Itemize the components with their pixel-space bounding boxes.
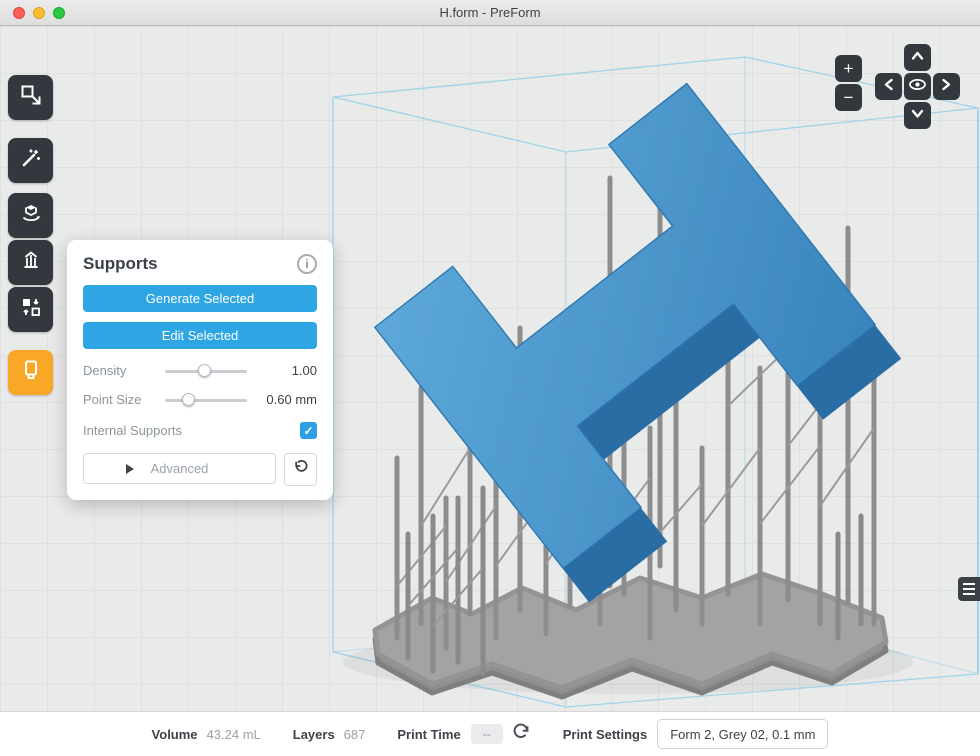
recalculate-button[interactable]: [511, 722, 531, 747]
print-time-group: Print Time --: [397, 722, 530, 747]
statusbar: Volume 43.24 mL Layers 687 Print Time --…: [0, 711, 980, 756]
point-size-slider-knob[interactable]: [182, 393, 195, 406]
reset-button[interactable]: [284, 453, 317, 486]
disclosure-triangle-icon: [126, 464, 134, 474]
internal-supports-checkbox[interactable]: ✓: [300, 422, 317, 439]
info-icon[interactable]: i: [297, 254, 317, 274]
chevron-down-icon: [904, 100, 931, 132]
print-time-label: Print Time: [397, 727, 460, 742]
print-settings-label: Print Settings: [563, 727, 648, 742]
volume-label: Volume: [152, 727, 198, 742]
chevron-left-icon: [875, 71, 902, 103]
volume-value: 43.24 mL: [207, 727, 261, 742]
layers-value: 687: [344, 727, 366, 742]
tool-button-orient[interactable]: [8, 138, 53, 183]
eye-icon: [904, 71, 931, 103]
titlebar: H.form - PreForm: [0, 0, 980, 26]
density-label: Density: [83, 363, 157, 378]
density-value: 1.00: [255, 363, 317, 378]
layout-icon: [19, 295, 43, 324]
density-slider[interactable]: [165, 364, 247, 378]
edit-selected-button[interactable]: Edit Selected: [83, 322, 317, 349]
orbit-right-button[interactable]: [933, 73, 960, 100]
rotate-icon: [19, 201, 43, 230]
scale-icon: [19, 83, 43, 112]
zoom-out-button[interactable]: −: [835, 84, 862, 111]
tool-button-supports[interactable]: [8, 240, 53, 285]
print-button[interactable]: [8, 350, 53, 395]
reset-icon: [293, 459, 309, 480]
orbit-left-button[interactable]: [875, 73, 902, 100]
supports-panel-title: Supports: [83, 254, 158, 274]
point-size-slider[interactable]: [165, 393, 247, 407]
volume-group: Volume 43.24 mL: [152, 727, 261, 742]
layers-group: Layers 687: [293, 727, 366, 742]
supports-icon: [19, 248, 43, 277]
chevron-right-icon: [933, 71, 960, 103]
point-size-label: Point Size: [83, 392, 157, 407]
tool-button-scale[interactable]: [8, 75, 53, 120]
orbit-up-button[interactable]: [904, 44, 931, 71]
minimize-button[interactable]: [33, 7, 45, 19]
view-home-button[interactable]: [904, 73, 931, 100]
tool-button-layout[interactable]: [8, 287, 53, 332]
print-time-value: --: [471, 724, 503, 744]
generate-selected-button[interactable]: Generate Selected: [83, 285, 317, 312]
zoom-in-button[interactable]: +: [835, 55, 862, 82]
internal-supports-label: Internal Supports: [83, 423, 182, 438]
window-title: H.form - PreForm: [439, 5, 540, 20]
traffic-lights: [13, 7, 65, 19]
orbit-down-button[interactable]: [904, 102, 931, 129]
supports-panel: Supports i Generate Selected Edit Select…: [67, 240, 333, 500]
magic-wand-icon: [19, 146, 43, 175]
print-settings-group: Print Settings Form 2, Grey 02, 0.1 mm: [563, 719, 829, 749]
refresh-icon: [511, 722, 531, 747]
close-button[interactable]: [13, 7, 25, 19]
advanced-button[interactable]: Advanced: [83, 453, 276, 484]
point-size-value: 0.60 mm: [255, 392, 317, 407]
density-slider-knob[interactable]: [198, 364, 211, 377]
fullscreen-button[interactable]: [53, 7, 65, 19]
chevron-up-icon: [904, 42, 931, 74]
tool-button-rotate[interactable]: [8, 193, 53, 238]
print-settings-button[interactable]: Form 2, Grey 02, 0.1 mm: [657, 719, 828, 749]
cartridge-icon: [19, 358, 43, 387]
layers-label: Layers: [293, 727, 335, 742]
layer-slider-handle[interactable]: [958, 577, 980, 601]
lines-icon: [963, 583, 975, 585]
